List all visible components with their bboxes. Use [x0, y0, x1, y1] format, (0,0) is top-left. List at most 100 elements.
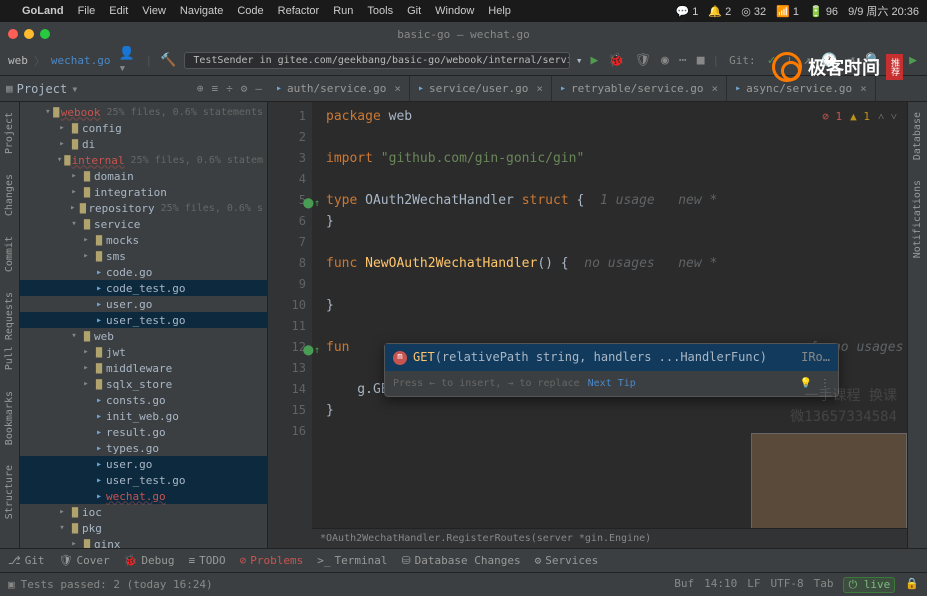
tab-auth-service[interactable]: ▸auth/service.go× — [268, 76, 410, 101]
tree-row[interactable]: ▸▇repository25% files, 0.6% s — [20, 200, 267, 216]
tree-row[interactable]: ▸▇ginx — [20, 536, 267, 548]
pr-sidetab[interactable]: Pull Requests — [2, 286, 17, 376]
inspection-widget[interactable]: ⊘ 1 ▲ 1 ˄ ˅ — [822, 106, 897, 127]
line-ending[interactable]: LF — [747, 577, 760, 593]
indent-style[interactable]: Tab — [814, 577, 834, 593]
tree-row[interactable]: ▾▇service — [20, 216, 267, 232]
collapse-icon[interactable]: ÷ — [226, 82, 233, 95]
mac-menu[interactable]: Help — [488, 5, 511, 17]
database-sidetab[interactable]: Database — [910, 106, 925, 166]
mac-menu[interactable]: Git — [407, 5, 421, 17]
coverage-icon[interactable]: 🛡 — [633, 51, 654, 70]
next-tip-link[interactable]: Next Tip — [588, 373, 636, 394]
run-config-select[interactable]: TestSender in gitee.com/geekbang/basic-g… — [184, 52, 570, 69]
bookmarks-sidetab[interactable]: Bookmarks — [2, 385, 17, 451]
tree-row[interactable]: ▸user.go — [20, 296, 267, 312]
live-share[interactable]: ⏻ live — [843, 577, 895, 593]
mac-menu[interactable]: File — [78, 5, 96, 17]
tree-row[interactable]: ▸▇config — [20, 120, 267, 136]
mac-menu[interactable]: Edit — [109, 5, 128, 17]
code-editor[interactable]: 1234 5⬤↑ 6789 1011 12⬤↑ 13141516 ⊘ 1 ▲ 1… — [268, 102, 907, 548]
tw-debug[interactable]: 🐞Debug — [124, 554, 175, 567]
mac-menu[interactable]: Code — [237, 5, 263, 17]
mac-menu[interactable]: Refactor — [278, 5, 320, 17]
gear-icon[interactable]: ⚙ — [241, 82, 248, 95]
minimize-icon[interactable] — [24, 29, 34, 39]
tab-retryable-service[interactable]: ▸retryable/service.go× — [552, 76, 727, 101]
tw-problems[interactable]: ⊘Problems — [240, 554, 304, 567]
mac-menu[interactable]: View — [142, 5, 166, 17]
target-icon[interactable]: ⊕ — [197, 82, 204, 95]
project-sidetab[interactable]: Project — [2, 106, 17, 160]
mac-menu[interactable]: Tools — [367, 5, 393, 17]
mac-menu[interactable]: Run — [333, 5, 353, 17]
autocomplete-popup[interactable]: m GET(relativePath string, handlers ...H… — [384, 343, 839, 397]
tree-row[interactable]: ▾▇webook25% files, 0.6% statements — [20, 104, 267, 120]
breadcrumb-file[interactable]: wechat.go — [51, 54, 111, 67]
tree-row[interactable]: ▸user.go — [20, 456, 267, 472]
signal-icon[interactable]: 📶 1 — [776, 5, 799, 18]
maximize-icon[interactable] — [40, 29, 50, 39]
tree-row[interactable]: ▸user_test.go — [20, 312, 267, 328]
hide-icon[interactable]: — — [255, 82, 262, 95]
user-icon[interactable]: 👤▾ — [116, 44, 139, 78]
tree-row[interactable]: ▸▇domain — [20, 168, 267, 184]
ring-icon[interactable]: ◎ 32 — [741, 5, 766, 18]
caret-position[interactable]: 14:10 — [704, 577, 737, 593]
profile-icon[interactable]: ◉ — [659, 51, 671, 70]
expand-icon[interactable]: ≡ — [212, 82, 219, 95]
mac-menu[interactable]: Navigate — [180, 5, 223, 17]
bell-icon[interactable]: 🔔 2 — [708, 5, 731, 18]
tree-row[interactable]: ▸code_test.go — [20, 280, 267, 296]
tree-row[interactable]: ▾▇internal25% files, 0.6% statem — [20, 152, 267, 168]
stop-icon[interactable]: ■ — [695, 51, 707, 70]
tree-row[interactable]: ▸▇integration — [20, 184, 267, 200]
play-icon[interactable]: ▶ — [907, 51, 919, 70]
structure-sidetab[interactable]: Structure — [2, 459, 17, 525]
file-encoding[interactable]: UTF-8 — [770, 577, 803, 593]
tree-row[interactable]: ▸▇sqlx_store — [20, 376, 267, 392]
tree-row[interactable]: ▸▇middleware — [20, 360, 267, 376]
mac-menu[interactable]: Window — [435, 5, 474, 17]
tree-row[interactable]: ▸▇ioc — [20, 504, 267, 520]
tab-service-user[interactable]: ▸service/user.go× — [410, 76, 552, 101]
tw-services[interactable]: ⚙Services — [535, 554, 599, 567]
battery-icon[interactable]: 🔋 96 — [809, 5, 838, 18]
more-icon[interactable]: ⋯ — [677, 51, 689, 70]
debug-icon[interactable]: 🐞 — [606, 51, 626, 70]
tree-row[interactable]: ▸▇mocks — [20, 232, 267, 248]
tree-row[interactable]: ▸code.go — [20, 264, 267, 280]
tree-row[interactable]: ▸wechat.go — [20, 488, 267, 504]
tw-terminal[interactable]: >_Terminal — [317, 554, 387, 567]
tw-cover[interactable]: 🛡Cover — [59, 554, 110, 567]
tw-db-changes[interactable]: ⛁Database Changes — [401, 554, 520, 567]
notif-sidetab[interactable]: Notifications — [910, 174, 925, 264]
status-icon[interactable]: ▣ — [8, 578, 15, 591]
tw-todo[interactable]: ≡TODO — [188, 554, 225, 567]
msg-icon[interactable]: 💬 1 — [675, 5, 698, 18]
status-buf[interactable]: Buf — [674, 577, 694, 593]
tree-row[interactable]: ▾▇pkg — [20, 520, 267, 536]
changes-sidetab[interactable]: Changes — [2, 168, 17, 222]
tree-row[interactable]: ▾▇web — [20, 328, 267, 344]
commit-sidetab[interactable]: Commit — [2, 230, 17, 278]
editor-breadcrumb[interactable]: *OAuth2WechatHandler.RegisterRoutes(serv… — [312, 528, 907, 548]
mac-clock[interactable]: 9/9 周六 20:36 — [848, 3, 919, 19]
lock-icon[interactable]: 🔒 — [905, 577, 919, 593]
tree-row[interactable]: ▸▇sms — [20, 248, 267, 264]
tree-row[interactable]: ▸▇jwt — [20, 344, 267, 360]
hammer-icon[interactable]: 🔨 — [158, 51, 178, 70]
tree-row[interactable]: ▸init_web.go — [20, 408, 267, 424]
tree-row[interactable]: ▸result.go — [20, 424, 267, 440]
breadcrumb-root[interactable]: web — [8, 54, 28, 67]
tw-git[interactable]: ⎇Git — [8, 554, 45, 567]
project-icon[interactable]: ▦ — [6, 82, 13, 95]
tree-row[interactable]: ▸types.go — [20, 440, 267, 456]
project-tree[interactable]: ▾▇webook25% files, 0.6% statements▸▇conf… — [20, 102, 267, 548]
tree-row[interactable]: ▸consts.go — [20, 392, 267, 408]
close-icon[interactable] — [8, 29, 18, 39]
code-area[interactable]: ⊘ 1 ▲ 1 ˄ ˅ package web import "github.c… — [312, 102, 907, 548]
tree-row[interactable]: ▸▇di — [20, 136, 267, 152]
tree-row[interactable]: ▸user_test.go — [20, 472, 267, 488]
run-icon[interactable]: ▶ — [589, 51, 601, 70]
